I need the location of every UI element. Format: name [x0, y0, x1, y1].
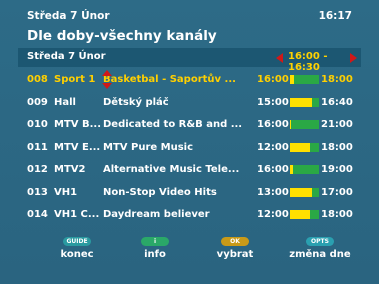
- remote-key-badge: OPTS: [306, 237, 334, 246]
- progress-bar: [290, 210, 319, 219]
- progress-fill: [290, 187, 312, 197]
- channel-name: VH1: [54, 186, 78, 198]
- down-arrow-icon[interactable]: [102, 83, 112, 89]
- progress-bar: [290, 142, 319, 152]
- end-time: 16:40: [321, 96, 353, 108]
- progress-bar: [290, 97, 319, 107]
- start-time: 15:00: [257, 96, 289, 108]
- remote-key-badge: OK: [221, 237, 249, 246]
- progress-fill: [290, 120, 292, 129]
- programme-row-selected[interactable]: 008 Sport 1 Basketbal - Saportův ... 16:00 1…: [18, 68, 361, 91]
- start-time: 16:00: [257, 119, 289, 130]
- footer-button-změna-dne[interactable]: OPTS změna dne: [285, 228, 355, 260]
- footer-label: info: [144, 249, 166, 260]
- footer-button-vybrat[interactable]: OK vybrat: [200, 228, 270, 260]
- time-filter-bar: Středa 7 Únor 16:00 - 16:30: [18, 48, 361, 73]
- button-legend: GUIDE konec i info OK vybrat OPTS změna dne: [0, 228, 379, 260]
- start-time: 12:00: [257, 209, 289, 220]
- progress-bar: [290, 120, 319, 129]
- remote-key-badge: GUIDE: [63, 237, 91, 246]
- footer-button-info[interactable]: i info: [120, 228, 190, 260]
- footer-label: změna dne: [289, 249, 351, 260]
- selection-markers: [102, 68, 112, 90]
- page-title: Dle doby-všechny kanály: [27, 28, 217, 44]
- channel-name: Sport 1: [54, 74, 96, 85]
- programme-row[interactable]: 009 Hall Dětský pláč 15:00 16:40: [18, 91, 361, 114]
- end-time: 18:00: [321, 209, 353, 220]
- start-time: 16:00: [257, 74, 289, 85]
- footer-label: konec: [60, 249, 94, 260]
- channel-name: Hall: [54, 96, 76, 108]
- programme-title: Daydream believer: [103, 209, 210, 220]
- epg-screen: Středa 7 Únor 16:17 Dle doby-všechny kan…: [0, 0, 379, 284]
- start-time: 12:00: [257, 141, 289, 153]
- end-time: 18:00: [321, 141, 353, 153]
- progress-fill: [290, 142, 311, 152]
- programme-row[interactable]: 014 VH1 C... Daydream believer 12:00 18:00: [18, 203, 361, 226]
- progress-fill: [290, 75, 295, 84]
- programme-row[interactable]: 012 MTV2 Alternative Music Tele... 16:00 19:…: [18, 158, 361, 181]
- footer-button-konec[interactable]: GUIDE konec: [42, 228, 112, 260]
- channel-number: 013: [27, 186, 48, 198]
- programme-title: MTV Pure Music: [103, 141, 194, 153]
- start-time: 13:00: [257, 186, 289, 198]
- progress-bar: [290, 75, 319, 84]
- programme-title: Alternative Music Tele...: [103, 164, 240, 175]
- channel-name: MTV E...: [54, 141, 101, 153]
- start-time: 16:00: [257, 164, 289, 175]
- prev-timeslot-arrow-icon[interactable]: [276, 53, 283, 63]
- channel-name: MTV2: [54, 164, 86, 175]
- programme-title: Dětský pláč: [103, 96, 169, 108]
- header-date: Středa 7 Únor: [27, 10, 110, 22]
- end-time: 18:00: [321, 74, 353, 85]
- footer-label: vybrat: [216, 249, 254, 260]
- end-time: 21:00: [321, 119, 353, 130]
- programme-row[interactable]: 010 MTV B... Dedicated to R&B and ... 16:00…: [18, 113, 361, 136]
- programme-title: Non-Stop Video Hits: [103, 186, 217, 198]
- progress-fill: [290, 210, 311, 219]
- header-clock: 16:17: [318, 10, 352, 22]
- end-time: 17:00: [321, 186, 353, 198]
- programme-title: Basketbal - Saportův ...: [103, 74, 236, 85]
- progress-fill: [290, 165, 293, 174]
- programme-title: Dedicated to R&B and ...: [103, 119, 243, 130]
- next-timeslot-arrow-icon[interactable]: [350, 53, 357, 63]
- up-arrow-icon[interactable]: [102, 70, 112, 76]
- channel-name: MTV B...: [54, 119, 102, 130]
- remote-key-badge: i: [141, 237, 169, 246]
- programme-row[interactable]: 013 VH1 Non-Stop Video Hits 13:00 17:00: [18, 181, 361, 204]
- channel-number: 014: [27, 209, 48, 220]
- channel-number: 010: [27, 119, 48, 130]
- progress-bar: [290, 165, 319, 174]
- channel-name: VH1 C...: [54, 209, 100, 220]
- filter-date: Středa 7 Únor: [27, 51, 106, 62]
- channel-number: 008: [27, 74, 48, 85]
- progress-fill: [290, 97, 312, 107]
- end-time: 19:00: [321, 164, 353, 175]
- programme-list: 008 Sport 1 Basketbal - Saportův ... 16:00 1…: [18, 68, 361, 226]
- programme-row[interactable]: 011 MTV E... MTV Pure Music 12:00 18:00: [18, 136, 361, 159]
- channel-number: 012: [27, 164, 48, 175]
- channel-number: 009: [27, 96, 48, 108]
- progress-bar: [290, 187, 319, 197]
- channel-number: 011: [27, 141, 48, 153]
